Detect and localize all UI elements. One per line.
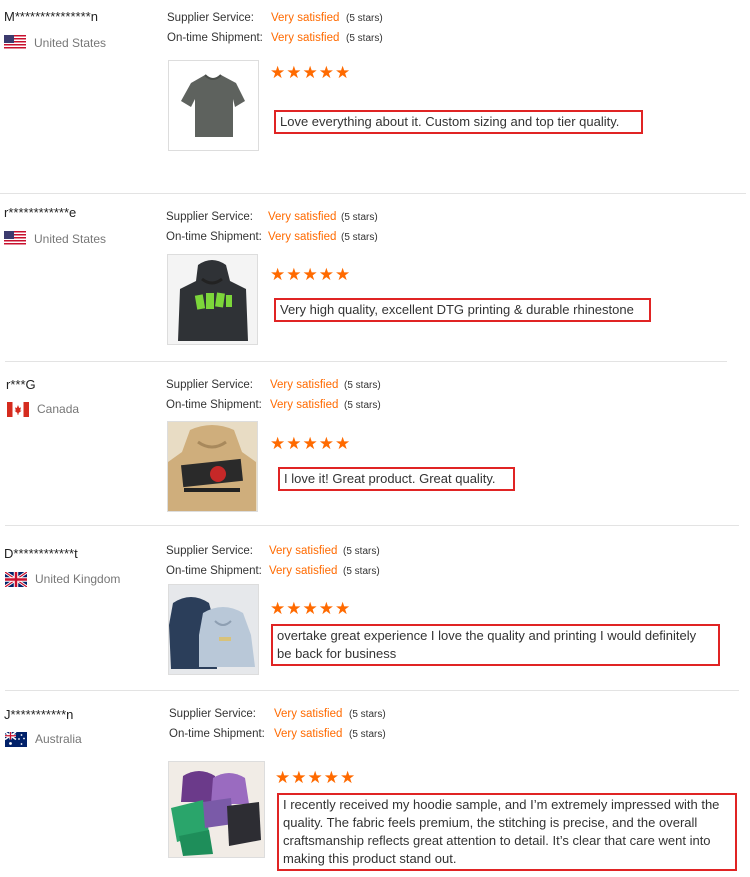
- supplier-service-stars: (5 stars): [344, 380, 381, 391]
- us-flag-icon: [4, 231, 26, 246]
- on-time-shipment-label: On-time Shipment:: [166, 399, 262, 411]
- supplier-service-stars: (5 stars): [343, 546, 380, 557]
- supplier-service-rating: Very satisfied: [270, 379, 339, 391]
- rating-stars: ★★★★★: [270, 434, 352, 453]
- reviewer-country: Canada: [37, 402, 80, 416]
- supplier-service-stars: (5 stars): [341, 212, 378, 223]
- review-item: J***********n Australia Supplier Service…: [0, 691, 750, 877]
- rating-stars: ★★★★★: [270, 599, 352, 618]
- product-photo[interactable]: [167, 254, 258, 345]
- on-time-shipment-stars: (5 stars): [341, 232, 378, 243]
- product-photo[interactable]: [168, 761, 265, 858]
- reviewer-name: D************t: [4, 546, 78, 561]
- supplier-service-label: Supplier Service:: [167, 12, 254, 24]
- on-time-shipment-label: On-time Shipment:: [167, 32, 263, 44]
- product-photo[interactable]: [168, 60, 259, 151]
- on-time-shipment-rating: Very satisfied: [269, 565, 338, 577]
- reviewer-country: United Kingdom: [35, 572, 121, 586]
- review-comment: I recently received my hoodie sample, an…: [277, 793, 737, 871]
- reviewer-name: r***G: [6, 377, 36, 392]
- on-time-shipment-rating: Very satisfied: [274, 728, 343, 740]
- on-time-shipment-label: On-time Shipment:: [166, 565, 262, 577]
- supplier-service-label: Supplier Service:: [169, 708, 256, 720]
- review-item: D************t United Kingdom Supplier S…: [0, 526, 750, 690]
- reviewer-country: Australia: [35, 732, 82, 746]
- australia-flag-icon: [5, 732, 27, 747]
- review-item: r***G Canada Supplier Service: Very sati…: [0, 362, 750, 525]
- product-photo[interactable]: [168, 584, 259, 675]
- uk-flag-icon: [5, 572, 27, 587]
- us-flag-icon: [4, 35, 26, 50]
- on-time-shipment-label: On-time Shipment:: [166, 231, 262, 243]
- on-time-shipment-stars: (5 stars): [343, 566, 380, 577]
- rating-stars: ★★★★★: [270, 265, 352, 284]
- reviewer-country: United States: [34, 232, 107, 246]
- rating-stars: ★★★★★: [275, 768, 357, 787]
- on-time-shipment-stars: (5 stars): [346, 33, 383, 44]
- review-item: M***************n United States Supplier…: [0, 0, 750, 193]
- on-time-shipment-stars: (5 stars): [344, 400, 381, 411]
- supplier-service-rating: Very satisfied: [268, 211, 337, 223]
- on-time-shipment-rating: Very satisfied: [271, 32, 340, 44]
- review-comment: Very high quality, excellent DTG printin…: [274, 298, 651, 322]
- reviewer-name: M***************n: [4, 9, 98, 24]
- rating-stars: ★★★★★: [270, 63, 352, 82]
- reviewer-name: r************e: [4, 205, 77, 220]
- on-time-shipment-rating: Very satisfied: [268, 231, 337, 243]
- on-time-shipment-label: On-time Shipment:: [169, 728, 265, 740]
- review-item: r************e United States Supplier Se…: [0, 194, 750, 361]
- on-time-shipment-rating: Very satisfied: [270, 399, 339, 411]
- reviewer-name: J***********n: [4, 707, 74, 722]
- on-time-shipment-stars: (5 stars): [349, 729, 386, 740]
- supplier-service-stars: (5 stars): [346, 13, 383, 24]
- product-photo[interactable]: [167, 421, 258, 512]
- reviewer-country: United States: [34, 36, 107, 50]
- review-comment: I love it! Great product. Great quality.: [278, 467, 515, 491]
- supplier-service-rating: Very satisfied: [271, 12, 340, 24]
- review-comment: Love everything about it. Custom sizing …: [274, 110, 643, 134]
- review-comment: overtake great experience I love the qua…: [271, 624, 720, 666]
- supplier-service-rating: Very satisfied: [274, 708, 343, 720]
- supplier-service-label: Supplier Service:: [166, 545, 253, 557]
- supplier-service-stars: (5 stars): [349, 709, 386, 720]
- canada-flag-icon: [7, 402, 29, 417]
- supplier-service-label: Supplier Service:: [166, 211, 253, 223]
- supplier-service-rating: Very satisfied: [269, 545, 338, 557]
- supplier-service-label: Supplier Service:: [166, 379, 253, 391]
